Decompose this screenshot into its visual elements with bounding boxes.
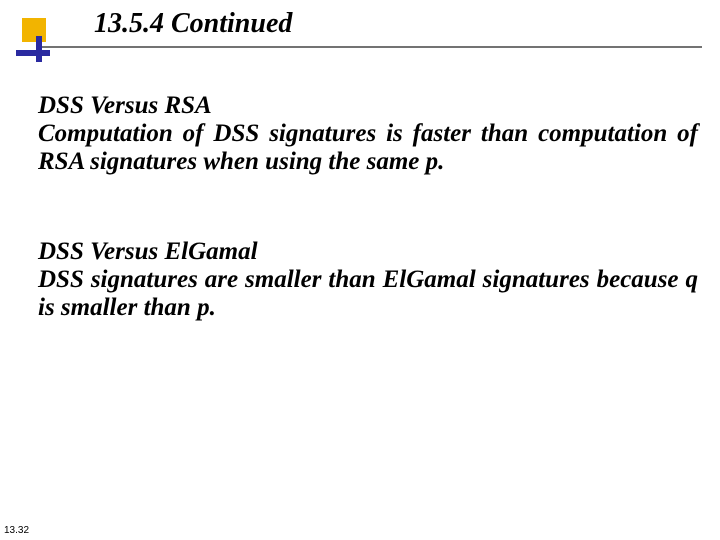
slide-title: 13.5.4 Continued — [94, 8, 292, 40]
section-gap — [38, 176, 698, 238]
slide: 13.5.4 Continued DSS Versus RSA Computat… — [0, 0, 720, 540]
slide-decoration — [16, 18, 50, 62]
page-number: 13.32 — [4, 525, 29, 536]
title-underline — [42, 46, 702, 48]
section2-heading: DSS Versus ElGamal — [38, 238, 698, 266]
section2-body: DSS signatures are smaller than ElGamal … — [38, 266, 698, 322]
section1-body: Computation of DSS signatures is faster … — [38, 120, 698, 176]
decoration-hbar-icon — [16, 50, 50, 56]
decoration-square-icon — [22, 18, 46, 42]
slide-body: DSS Versus RSA Computation of DSS signat… — [38, 92, 698, 322]
section1-heading: DSS Versus RSA — [38, 92, 698, 120]
decoration-vbar-icon — [36, 36, 42, 62]
